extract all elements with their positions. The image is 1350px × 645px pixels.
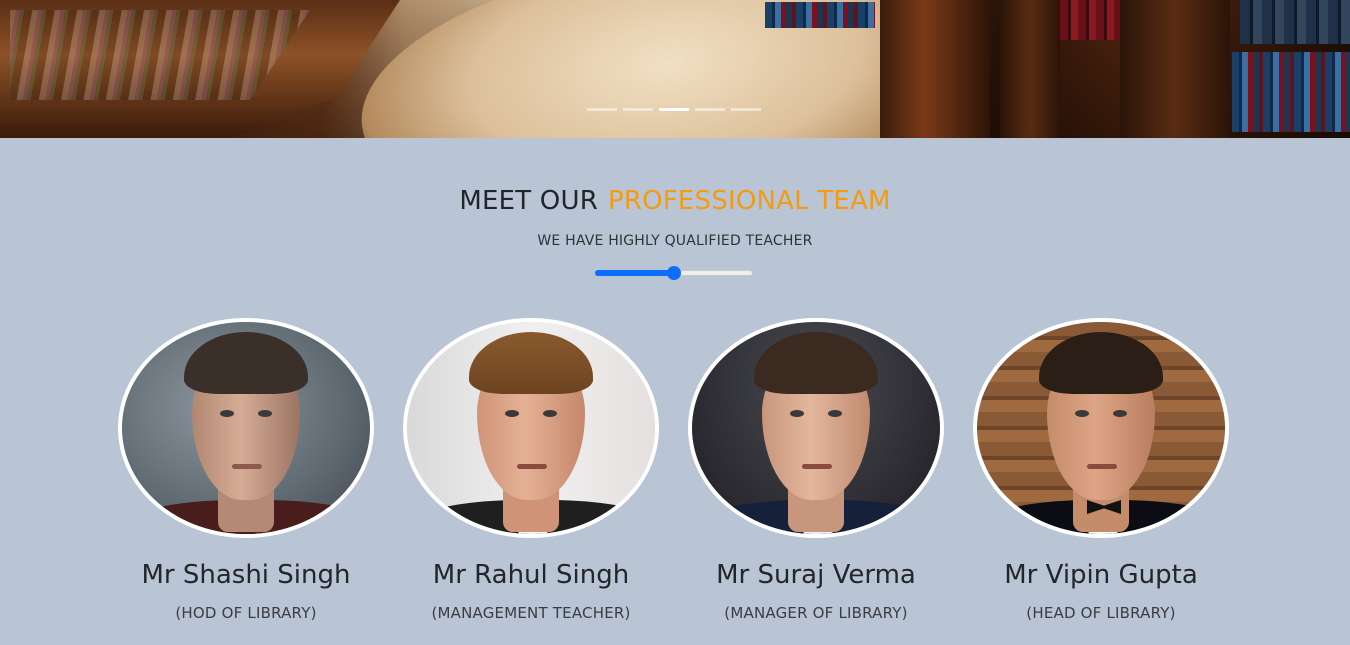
member-role: (HOD OF LIBRARY)	[175, 604, 317, 622]
member-role: (MANAGER OF LIBRARY)	[724, 604, 908, 622]
member-name: Mr Suraj Verma	[716, 560, 916, 590]
member-role: (MANAGEMENT TEACHER)	[431, 604, 631, 622]
member-photo	[118, 318, 374, 538]
member-name: Mr Vipin Gupta	[1004, 560, 1198, 590]
member-photo	[403, 318, 659, 538]
member-portrait	[407, 322, 655, 534]
page: MEET OUR PROFESSIONAL TEAM WE HAVE HIGHLY…	[0, 0, 1350, 645]
member-portrait	[977, 322, 1225, 534]
member-name: Mr Shashi Singh	[141, 560, 351, 590]
member-photo	[688, 318, 944, 538]
team-member-card: Mr Rahul Singh (MANAGEMENT TEACHER)	[403, 318, 659, 622]
team-member-card: Mr Vipin Gupta (HEAD OF LIBRARY)	[973, 318, 1229, 622]
team-member-card: Mr Shashi Singh (HOD OF LIBRARY)	[118, 318, 374, 622]
team-member-card: Mr Suraj Verma (MANAGER OF LIBRARY)	[688, 318, 944, 622]
member-portrait	[692, 322, 940, 534]
member-photo	[973, 318, 1229, 538]
member-role: (HEAD OF LIBRARY)	[1026, 604, 1176, 622]
member-name: Mr Rahul Singh	[432, 560, 630, 590]
team-grid: Mr Shashi Singh (HOD OF LIBRARY) Mr Rahu…	[0, 0, 1350, 645]
member-portrait	[122, 322, 370, 534]
